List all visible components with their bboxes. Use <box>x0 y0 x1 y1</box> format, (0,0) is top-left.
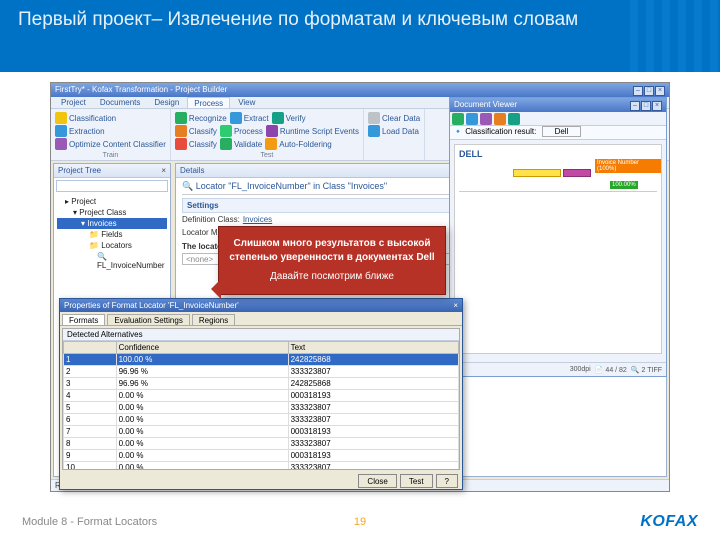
classification-result[interactable]: Dell <box>542 126 582 137</box>
table-row: 100.00 %333323807 <box>64 462 459 471</box>
maximize-icon: □ <box>644 86 654 96</box>
ribbon-group-train: Classification Extraction Optimize Conte… <box>51 109 171 160</box>
btn-runtime[interactable]: Runtime Script Events <box>266 125 359 137</box>
table-row: 40.00 %000318193 <box>64 390 459 402</box>
overlay-confidence: 100.00% <box>610 181 638 189</box>
btn-classify[interactable]: Classify <box>175 125 217 137</box>
window-title: FirstTry* - Kofax Transformation - Proje… <box>55 83 227 97</box>
tool-icon <box>494 113 506 125</box>
tab-regions[interactable]: Regions <box>192 314 235 325</box>
definition-class-value: Invoices <box>243 215 272 224</box>
doc-logo: DELL <box>459 149 657 159</box>
btn-validate[interactable]: Validate <box>220 138 262 150</box>
minimize-icon: – <box>630 101 640 111</box>
maximize-icon: □ <box>641 101 651 111</box>
properties-dialog: Properties of Format Locator 'FL_Invoice… <box>59 298 463 490</box>
close-icon[interactable]: × <box>453 299 458 312</box>
tab-evaluation[interactable]: Evaluation Settings <box>107 314 190 325</box>
btn-autofolder[interactable]: Auto-Foldering <box>265 138 331 150</box>
callout-text-1: Слишком много результатов с высокой степ… <box>229 237 435 264</box>
title-corner-graphic <box>630 0 720 72</box>
table-row: 396.96 %242825868 <box>64 378 459 390</box>
btn-extraction[interactable]: Extraction <box>55 125 105 137</box>
module-label: Module 8 - Format Locators <box>22 516 157 528</box>
docviewer-status: 300dpi 📄 44 / 82 🔍 2 TIFF <box>450 362 666 376</box>
alternatives-table[interactable]: ConfidenceText 1100.00 %242825868 296.96… <box>63 341 459 470</box>
highlight-yellow <box>513 169 561 177</box>
table-row: 1100.00 %242825868 <box>64 354 459 366</box>
panel-close-icon[interactable]: × <box>161 166 166 175</box>
locator-title: Locator "FL_InvoiceNumber" in Class "Inv… <box>196 181 387 191</box>
btn-clear-data[interactable]: Clear Data <box>368 112 420 124</box>
table-row: 90.00 %000318193 <box>64 450 459 462</box>
overlay-invoice-number: Invoice Number (100%) <box>595 159 661 173</box>
btn-extract[interactable]: Extract <box>230 112 269 124</box>
tab-formats[interactable]: Formats <box>62 314 105 325</box>
document-page[interactable]: DELL Invoice Number (100%) 100.00% <box>454 144 662 354</box>
ribbon-group-test: Recognize Extract Verify Classify Proces… <box>171 109 364 160</box>
close-icon: × <box>655 86 665 96</box>
table-row: 50.00 %333323807 <box>64 402 459 414</box>
search-input[interactable] <box>56 180 168 192</box>
tab-project[interactable]: Project <box>55 97 92 108</box>
properties-body: Detected Alternatives ConfidenceText 110… <box>62 328 460 470</box>
document-viewer-window: Document Viewer –□× 🔹 Classification res… <box>449 97 667 377</box>
classification-bar: 🔹 Classification result: Dell <box>450 126 666 140</box>
play-icon <box>452 113 464 125</box>
slide-footer: Module 8 - Format Locators 19 KOFAX <box>0 504 720 540</box>
docviewer-titlebar: Document Viewer –□× <box>450 98 666 112</box>
slide-title-band: Первый проект– Извлечение по форматам и … <box>0 0 720 72</box>
page-number: 19 <box>354 516 366 528</box>
detected-alternatives-header: Detected Alternatives <box>63 329 459 341</box>
tab-documents[interactable]: Documents <box>94 97 146 108</box>
tree-locators: 📁 Locators <box>57 240 167 251</box>
btn-verify[interactable]: Verify <box>272 112 306 124</box>
test-button[interactable]: Test <box>400 474 433 488</box>
tree-root: ▸ Project <box>57 196 167 207</box>
table-row: 296.96 %333323807 <box>64 366 459 378</box>
table-row: 60.00 %333323807 <box>64 414 459 426</box>
tool-icon <box>466 113 478 125</box>
slide-title: Первый проект– Извлечение по форматам и … <box>18 8 702 33</box>
btn-optimize[interactable]: Optimize Content Classifier <box>55 138 166 150</box>
details-header: Details <box>180 166 204 175</box>
ribbon-group-data: Clear Data Load Data <box>364 109 425 160</box>
btn-process[interactable]: Process <box>220 125 263 137</box>
tree-fl-invoicenumber: 🔍 FL_InvoiceNumber <box>57 251 167 271</box>
docviewer-toolbar[interactable] <box>450 112 666 126</box>
tree-project-class: ▾ Project Class <box>57 207 167 218</box>
tab-process[interactable]: Process <box>187 97 230 108</box>
btn-recognize[interactable]: Recognize <box>175 112 227 124</box>
highlight-purple <box>563 169 591 177</box>
close-icon: × <box>652 101 662 111</box>
tab-view[interactable]: View <box>232 97 261 108</box>
callout-box: Слишком много результатов с высокой степ… <box>218 226 446 295</box>
callout-text-2: Давайте посмотрим ближе <box>229 270 435 284</box>
table-row: 70.00 %000318193 <box>64 426 459 438</box>
tool-icon <box>480 113 492 125</box>
window-controls[interactable]: –□× <box>632 83 665 97</box>
properties-buttons: Close Test ? <box>60 472 462 490</box>
close-button[interactable]: Close <box>358 474 396 488</box>
window-titlebar: FirstTry* - Kofax Transformation - Proje… <box>51 83 669 97</box>
tree-fields: 📁 Fields <box>57 229 167 240</box>
project-tree-header: Project Tree <box>58 166 101 175</box>
properties-tabs[interactable]: Formats Evaluation Settings Regions <box>60 312 462 326</box>
help-button[interactable]: ? <box>436 474 458 488</box>
btn-classification[interactable]: Classification <box>55 112 116 124</box>
minimize-icon: – <box>633 86 643 96</box>
definition-class-label: Definition Class: <box>182 215 240 224</box>
tool-icon <box>508 113 520 125</box>
tree-invoices: ▾ Invoices <box>57 218 167 229</box>
btn-load-data[interactable]: Load Data <box>368 125 419 137</box>
btn-classify2[interactable]: Classify <box>175 138 217 150</box>
table-row: 80.00 %333323807 <box>64 438 459 450</box>
tab-design[interactable]: Design <box>148 97 185 108</box>
properties-titlebar: Properties of Format Locator 'FL_Invoice… <box>60 299 462 312</box>
brand-logo: KOFAX <box>640 513 698 531</box>
